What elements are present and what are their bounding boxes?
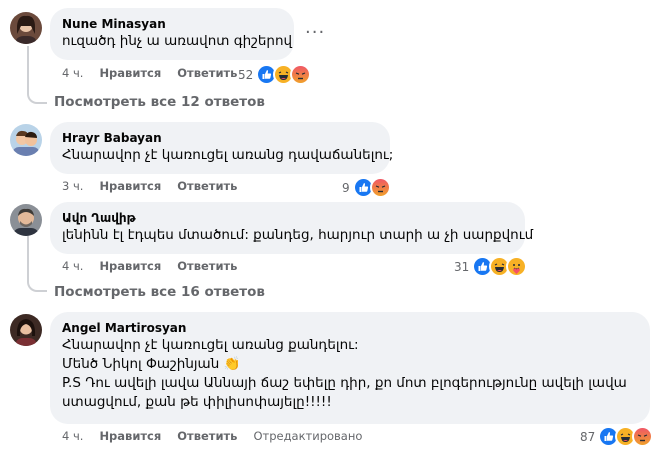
comment-time[interactable]: 3 ч. <box>62 179 83 193</box>
comment-actions: 4 ч. Нравится Ответить <box>62 259 237 273</box>
thread-elbow <box>27 278 47 292</box>
comment-actions: 3 ч. Нравится Ответить <box>62 179 237 193</box>
view-replies-link[interactable]: Посмотреть все 12 ответов <box>54 94 265 110</box>
comment-bubble: Angel Martirosyan Հնարավոր չէ կառուցել ա… <box>50 312 650 424</box>
reaction-count: 9 <box>342 180 350 195</box>
reply-button[interactable]: Ответить <box>177 66 237 80</box>
angry-icon <box>632 426 654 447</box>
comment-text: ուզածդ ինչ ա առավոտ գիշերով <box>62 33 293 49</box>
comment-text: ստացվում, քան թե փիլիսոփայելը!!!!! <box>62 394 332 410</box>
avatar[interactable] <box>10 204 42 236</box>
comment-time[interactable]: 4 ч. <box>62 66 83 80</box>
reaction-count: 31 <box>454 259 470 274</box>
view-replies-link[interactable]: Посмотреть все 16 ответов <box>54 284 265 300</box>
comment-text: Մենծ Նիկոլ Փաշինյան 👏 <box>62 356 241 372</box>
reaction-count: 52 <box>238 67 254 82</box>
more-options-icon[interactable]: ··· <box>305 22 325 43</box>
reply-button[interactable]: Ответить <box>177 179 237 193</box>
comment-text: P.S Դու ավելի լավա Աննայի ճաշ եփելը դիր,… <box>62 375 627 391</box>
care-icon <box>506 256 528 277</box>
reaction-summary[interactable]: 9 <box>342 177 391 198</box>
comment-author[interactable]: Angel Martirosyan <box>62 320 638 336</box>
comment-time[interactable]: 4 ч. <box>62 259 83 273</box>
avatar[interactable] <box>10 12 42 44</box>
comment-bubble: Ավո Ղավիթ լենինն էլ էդպես մտածում: քանդե… <box>50 202 534 254</box>
thread-line <box>27 46 29 94</box>
like-button[interactable]: Нравится <box>99 429 161 443</box>
reaction-count: 87 <box>580 429 596 444</box>
comment-text: Հնարավոր չէ կառուցել առանց քանդելու: <box>62 337 359 353</box>
reaction-summary[interactable]: 52 <box>238 64 312 85</box>
comment-text: լենինն էլ էդպես մտածում: քանդեց, հարյուր… <box>62 227 534 243</box>
avatar[interactable] <box>10 314 42 346</box>
comment-author[interactable]: Ավո Ղավիթ <box>62 210 513 226</box>
reaction-summary[interactable]: 87 <box>580 426 654 447</box>
like-button[interactable]: Нравится <box>99 259 161 273</box>
comment-author[interactable]: Hrayr Babayan <box>62 130 378 146</box>
like-button[interactable]: Нравится <box>99 66 161 80</box>
reaction-summary[interactable]: 31 <box>454 256 528 277</box>
thread-elbow <box>27 90 47 104</box>
comment-text: Հնարավոր չէ կառուցել առանց դավաճանելու; <box>62 147 394 163</box>
angry-icon <box>369 177 391 198</box>
thread-line <box>27 236 29 282</box>
comment-actions: 4 ч. Нравится Ответить <box>62 66 237 80</box>
angry-icon <box>290 64 312 85</box>
comment-time[interactable]: 4 ч. <box>62 429 83 443</box>
like-button[interactable]: Нравится <box>99 179 161 193</box>
reply-button[interactable]: Ответить <box>177 429 237 443</box>
comment-actions: 4 ч. Нравится Ответить Отредактировано <box>62 429 362 443</box>
edited-label: Отредактировано <box>253 429 363 443</box>
comment-bubble: Nune Minasyan ուզածդ ինչ ա առավոտ գիշերո… <box>50 8 294 60</box>
comment-bubble: Hrayr Babayan Հնարավոր չէ կառուցել առանց… <box>50 122 394 174</box>
reply-button[interactable]: Ответить <box>177 259 237 273</box>
comment-author[interactable]: Nune Minasyan <box>62 16 282 32</box>
avatar[interactable] <box>10 124 42 156</box>
